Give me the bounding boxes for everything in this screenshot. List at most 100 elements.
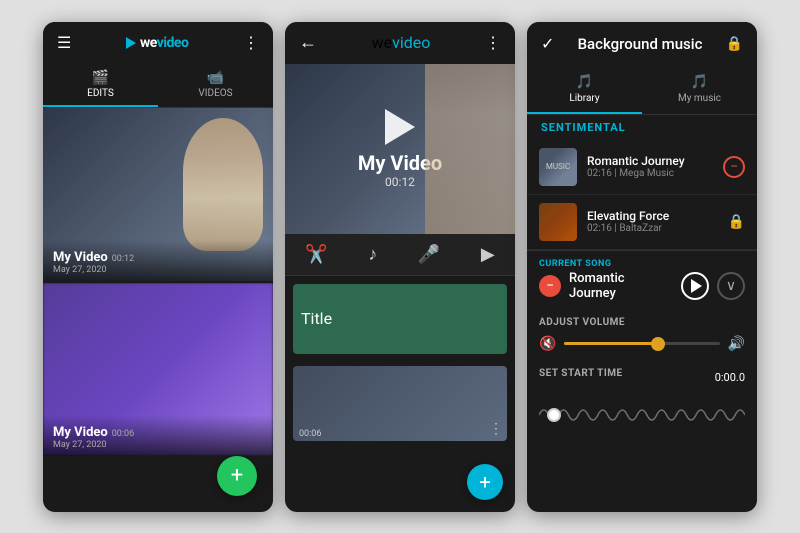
person-figure-1: [183, 118, 263, 251]
volume-low-icon: 🔇: [539, 336, 556, 352]
play-triangle-icon: [691, 279, 702, 293]
expand-current-button[interactable]: ∨: [717, 272, 745, 300]
music-track-2[interactable]: Elevating Force 02:16 | BaltaZzar 🔒: [527, 195, 757, 250]
volume-thumb[interactable]: [651, 337, 665, 351]
clip-time-label: 00:06: [299, 429, 321, 439]
hamburger-icon[interactable]: ☰: [57, 33, 71, 52]
back-arrow-icon[interactable]: ←: [299, 32, 317, 53]
video-title-2: My Video: [53, 425, 108, 440]
my-music-tab-icon: 🎵: [691, 74, 708, 90]
track1-meta: 02:16 | Mega Music: [587, 168, 713, 179]
screen2-topbar: ← wevideo ⋮: [285, 22, 515, 64]
app-logo-2: wevideo: [372, 33, 431, 52]
music-tool-icon[interactable]: ♪: [368, 244, 377, 265]
video-title-1: My Video: [53, 250, 108, 265]
add-fab-button[interactable]: +: [217, 456, 257, 496]
edits-tab-label: EDITS: [87, 88, 114, 99]
video-clip[interactable]: 00:06 ⋮: [293, 366, 507, 441]
track2-meta: 02:16 | BaltaZzar: [587, 223, 718, 234]
tab-library[interactable]: 🎵 Library: [527, 66, 642, 114]
track2-artist: BaltaZzar: [619, 223, 662, 234]
volume-section: ADJUST VOLUME 🔇 🔊: [527, 309, 757, 360]
track1-duration: 02:16: [587, 168, 612, 179]
current-song-bar: CURRENT SONG − Romantic Journey ∨: [527, 250, 757, 309]
volume-label: ADJUST VOLUME: [539, 317, 745, 328]
track2-info: Elevating Force 02:16 | BaltaZzar: [587, 209, 718, 234]
start-time-row: SET START TIME 0:00.0: [539, 368, 745, 387]
my-music-tab-label: My music: [678, 93, 721, 104]
logo-text-2: wevideo: [372, 33, 431, 52]
music-track-1[interactable]: MUSIC Romantic Journey 02:16 | Mega Musi…: [527, 140, 757, 195]
more-options-icon-2[interactable]: ⋮: [485, 33, 501, 52]
app-logo: wevideo: [126, 35, 188, 51]
track1-artist: Mega Music: [619, 168, 674, 179]
video-date-1: May 27, 2020: [53, 265, 263, 275]
logo-play-icon: [126, 37, 136, 49]
start-time-label: SET START TIME: [539, 368, 623, 379]
timeline-area: Title 00:06 ⋮: [285, 276, 515, 445]
play-current-button[interactable]: [681, 272, 709, 300]
volume-high-icon: 🔊: [728, 336, 745, 352]
play-button-big[interactable]: [385, 109, 415, 145]
tab-videos[interactable]: 📹 VIDEOS: [158, 64, 273, 107]
start-time-section: SET START TIME 0:00.0: [527, 360, 757, 443]
title-clip[interactable]: Title: [293, 284, 507, 354]
waveform-thumb[interactable]: [547, 408, 561, 422]
track2-lock-icon: 🔒: [728, 214, 745, 230]
library-tab-icon: 🎵: [576, 74, 593, 90]
vid-dur-val-1: 00:12: [112, 254, 134, 264]
clip-options-icon[interactable]: ⋮: [489, 421, 503, 437]
editor-toolbar: ✂️ ♪ 🎤 ▶: [285, 234, 515, 276]
track1-info: Romantic Journey 02:16 | Mega Music: [587, 154, 713, 179]
logo-text: wevideo: [140, 35, 188, 51]
edits-tab-icon: 🎬: [92, 70, 109, 86]
track2-thumbnail: [539, 203, 577, 241]
confirm-icon[interactable]: ✓: [541, 34, 554, 53]
start-time-value: 0:00.0: [715, 371, 745, 384]
lock-icon[interactable]: 🔒: [726, 36, 743, 52]
video-card-2[interactable]: My Video 00:06 May 27, 2020: [43, 283, 273, 458]
current-song-name: Romantic Journey: [569, 271, 673, 301]
current-song-row: − Romantic Journey ∨: [539, 271, 745, 301]
library-tab-label: Library: [569, 93, 599, 104]
current-song-label: CURRENT SONG: [539, 259, 745, 269]
tab-edits[interactable]: 🎬 EDITS: [43, 64, 158, 107]
video-list: My Video 00:12 May 27, 2020 My Video 00:…: [43, 108, 273, 458]
volume-slider[interactable]: [564, 342, 719, 345]
track2-name: Elevating Force: [587, 209, 718, 223]
clip-thumbnail: [293, 366, 507, 441]
music-section-label: SENTIMENTAL: [527, 115, 757, 140]
screen1-topbar: ☰ wevideo ⋮: [43, 22, 273, 64]
preview-duration: 00:12: [385, 175, 415, 189]
title-clip-label: Title: [301, 309, 332, 328]
videos-tab-label: VIDEOS: [198, 88, 232, 99]
cut-tool-icon[interactable]: ✂️: [305, 244, 327, 265]
screen3-topbar: ✓ Background music 🔒: [527, 22, 757, 66]
track2-duration: 02:16: [587, 223, 612, 234]
volume-fill: [564, 342, 657, 345]
waveform[interactable]: [539, 395, 745, 435]
waveform-svg: [539, 395, 745, 435]
export-tool-icon[interactable]: ▶: [481, 244, 495, 265]
tab-my-music[interactable]: 🎵 My music: [642, 66, 757, 114]
videos-tab-icon: 📹: [207, 70, 224, 86]
video-overlay-1: My Video 00:12 May 27, 2020: [43, 240, 273, 281]
video-card-1[interactable]: My Video 00:12 May 27, 2020: [43, 108, 273, 283]
video-preview: My Video 00:12: [285, 64, 515, 234]
screen-music: ✓ Background music 🔒 🎵 Library 🎵 My musi…: [527, 22, 757, 512]
video-date-2: May 27, 2020: [53, 440, 263, 450]
more-options-icon[interactable]: ⋮: [243, 33, 259, 52]
remove-current-song-button[interactable]: −: [539, 275, 561, 297]
volume-row: 🔇 🔊: [539, 336, 745, 352]
timeline-track: Title 00:06 ⋮: [285, 276, 515, 445]
screen3-title: Background music: [578, 35, 703, 53]
screen1-tabs: 🎬 EDITS 📹 VIDEOS: [43, 64, 273, 108]
remove-track1-button[interactable]: −: [723, 156, 745, 178]
screen-edits: ☰ wevideo ⋮ 🎬 EDITS 📹 VIDEOS: [43, 22, 273, 512]
track1-name: Romantic Journey: [587, 154, 713, 168]
vid-dur-val-2: 00:06: [112, 429, 134, 439]
add-clip-fab-button[interactable]: +: [467, 464, 503, 500]
video-overlay-2: My Video 00:06 May 27, 2020: [43, 415, 273, 456]
screen-editor: ← wevideo ⋮ My Video 00:12 ✂️ ♪ 🎤 ▶ Titl…: [285, 22, 515, 512]
mic-tool-icon[interactable]: 🎤: [418, 244, 440, 265]
